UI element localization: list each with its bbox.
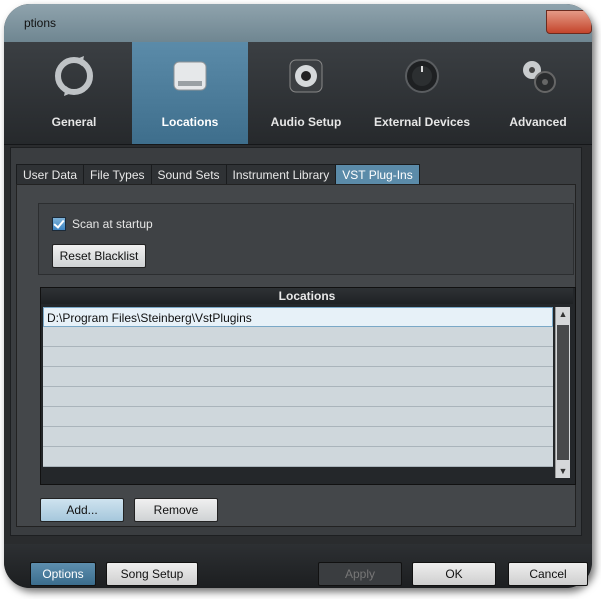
toolbar-audio-setup[interactable]: Audio Setup	[248, 42, 364, 144]
cancel-button[interactable]: Cancel	[508, 562, 588, 586]
list-item[interactable]	[43, 327, 553, 347]
refresh-icon	[55, 56, 93, 96]
ok-button[interactable]: OK	[412, 562, 496, 586]
song-setup-button[interactable]: Song Setup	[106, 562, 198, 586]
scroll-thumb[interactable]	[557, 325, 569, 460]
scroll-down-icon[interactable]: ▼	[556, 464, 570, 478]
speaker-icon	[289, 59, 323, 93]
tab-vst-plug-ins[interactable]: VST Plug-Ins	[335, 164, 420, 185]
scroll-up-icon[interactable]: ▲	[556, 307, 570, 321]
add-location-button[interactable]: Add...	[40, 498, 124, 522]
toolbar-label: General	[51, 115, 97, 129]
toolbar-locations[interactable]: Locations	[132, 42, 248, 144]
knob-icon	[405, 59, 439, 93]
list-item[interactable]	[43, 447, 553, 467]
list-item[interactable]	[43, 367, 553, 387]
category-toolbar: General Locations Audio Setup External D…	[4, 42, 592, 145]
title-bar: ptions	[4, 4, 592, 42]
window-title: ptions	[24, 16, 57, 30]
apply-button[interactable]: Apply	[318, 562, 402, 586]
close-button[interactable]	[546, 10, 592, 34]
gears-icon	[523, 61, 556, 93]
locations-rows: D:\Program Files\Steinberg\VstPlugins	[43, 307, 553, 467]
tab-instrument-library[interactable]: Instrument Library	[225, 164, 337, 185]
list-item[interactable]	[43, 387, 553, 407]
toolbar-advanced[interactable]: Advanced	[480, 42, 592, 144]
scan-at-startup-label: Scan at startup	[72, 217, 153, 231]
toolbar-label: Audio Setup	[270, 115, 342, 129]
drive-icon	[173, 61, 207, 91]
list-item[interactable]: D:\Program Files\Steinberg\VstPlugins	[43, 307, 553, 327]
subtab-bar: User Data File Types Sound Sets Instrume…	[16, 164, 420, 185]
reset-blacklist-button[interactable]: Reset Blacklist	[52, 244, 146, 268]
options-button[interactable]: Options	[30, 562, 96, 586]
scan-at-startup-row[interactable]: Scan at startup	[52, 216, 153, 232]
scan-at-startup-checkbox[interactable]	[52, 217, 66, 231]
toolbar-label: External Devices	[373, 115, 471, 129]
toolbar-general[interactable]: General	[16, 42, 132, 144]
remove-location-button[interactable]: Remove	[134, 498, 218, 522]
list-item[interactable]	[43, 347, 553, 367]
list-item[interactable]	[43, 407, 553, 427]
tab-file-types[interactable]: File Types	[83, 164, 152, 185]
list-item[interactable]	[43, 427, 553, 447]
tab-user-data[interactable]: User Data	[16, 164, 85, 185]
toolbar-label: Locations	[161, 115, 219, 129]
toolbar-label: Advanced	[509, 115, 567, 129]
locations-header: Locations	[41, 288, 573, 304]
locations-scrollbar[interactable]: ▲ ▼	[555, 307, 570, 478]
toolbar-external-devices[interactable]: External Devices	[364, 42, 480, 144]
tab-sound-sets[interactable]: Sound Sets	[150, 164, 227, 185]
